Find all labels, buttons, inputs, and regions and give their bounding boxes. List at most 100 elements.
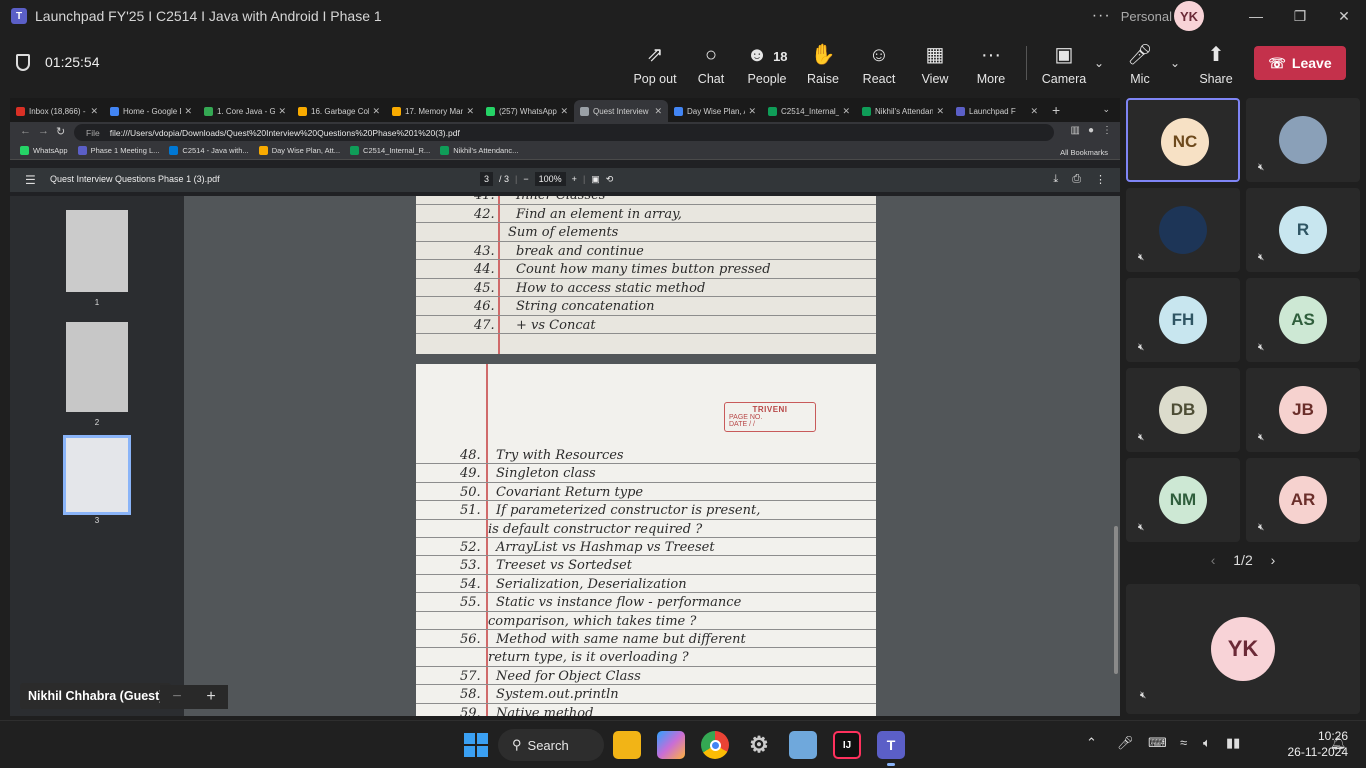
keyboard-icon[interactable]: ⌨: [1148, 735, 1167, 751]
bookmark-item[interactable]: C2514_Internal_R...: [350, 146, 430, 155]
battery-icon[interactable]: ▮▮: [1226, 735, 1240, 751]
page-number-input[interactable]: 3: [480, 172, 494, 186]
participant-tile[interactable]: AR 🔇︎: [1246, 458, 1360, 542]
share-button[interactable]: ⬆ Share: [1188, 42, 1244, 86]
microphone-icon[interactable]: 🎤︎: [1117, 735, 1134, 751]
next-page-icon[interactable]: ›: [1271, 552, 1276, 568]
browser-tab[interactable]: Nikhil's Attendan ✕: [856, 100, 950, 122]
view-button[interactable]: ▦ View: [907, 42, 963, 86]
photos-icon[interactable]: [789, 731, 817, 759]
show-hidden-icons-chevron-icon[interactable]: ⌃: [1086, 735, 1097, 751]
bookmark-item[interactable]: WhatsApp: [20, 146, 68, 155]
taskbar-search[interactable]: ⚲ Search: [498, 729, 604, 761]
intellij-icon[interactable]: IJ: [833, 731, 861, 759]
browser-tab[interactable]: Inbox (18,866) - ✕: [10, 100, 104, 122]
share-zoom-out-icon[interactable]: −: [172, 688, 181, 706]
zoom-level[interactable]: 100%: [534, 172, 566, 186]
tab-close-icon[interactable]: ✕: [1030, 106, 1038, 117]
browser-tab[interactable]: Quest Interview C ✕: [574, 100, 668, 122]
address-bar[interactable]: File file:///Users/vdopia/Downloads/Ques…: [74, 124, 1054, 141]
copilot-icon[interactable]: [657, 731, 685, 759]
participant-tile[interactable]: 🔇︎: [1126, 188, 1240, 272]
tab-close-icon[interactable]: ✕: [560, 106, 568, 117]
account-avatar[interactable]: YK: [1174, 1, 1204, 31]
browser-tab[interactable]: Day Wise Plan, A ✕: [668, 100, 762, 122]
browser-tab[interactable]: 16. Garbage Coll ✕: [292, 100, 386, 122]
zoom-out-icon[interactable]: −: [523, 174, 528, 184]
pop-out-button[interactable]: ⇗ Pop out: [627, 42, 683, 86]
browser-menu-icon[interactable]: ⋮: [1102, 125, 1112, 136]
browser-tab[interactable]: Launchpad F ✕: [950, 100, 1044, 122]
pdf-more-icon[interactable]: ⋮: [1095, 173, 1106, 186]
people-button[interactable]: ☻ 18 People: [739, 42, 795, 86]
bookmark-item[interactable]: Phase 1 Meeting L...: [77, 146, 159, 155]
thumbnail-page-2[interactable]: [66, 322, 128, 412]
bookmark-item[interactable]: Day Wise Plan, Att...: [258, 146, 340, 155]
back-icon[interactable]: ←: [20, 125, 31, 137]
participant-tile[interactable]: 🔇︎: [1246, 98, 1360, 182]
participant-tile[interactable]: JB 🔇︎: [1246, 368, 1360, 452]
tab-close-icon[interactable]: ✕: [90, 106, 98, 117]
account-label[interactable]: Personal: [1121, 9, 1172, 24]
tab-close-icon[interactable]: ✕: [278, 106, 286, 117]
bookmark-item[interactable]: Nikhil's Attendanc...: [440, 146, 518, 155]
bookmark-item[interactable]: C2514 - Java with...: [169, 146, 249, 155]
participant-tile[interactable]: FH 🔇︎: [1126, 278, 1240, 362]
settings-icon[interactable]: ⚙: [745, 731, 773, 759]
browser-tab[interactable]: Home - Google D ✕: [104, 100, 198, 122]
new-tab-button[interactable]: +: [1052, 102, 1060, 118]
viewer-scrollbar[interactable]: [1114, 526, 1118, 674]
teams-icon[interactable]: T: [877, 731, 905, 759]
fit-page-icon[interactable]: ▣: [591, 174, 600, 185]
maximize-button[interactable]: ❐: [1278, 0, 1322, 32]
tab-close-icon[interactable]: ✕: [466, 106, 474, 117]
more-button[interactable]: ··· More: [963, 42, 1019, 86]
chrome-icon[interactable]: [701, 731, 729, 759]
previous-page-icon[interactable]: ‹: [1211, 552, 1216, 568]
self-view-tile[interactable]: YK 🔇︎: [1126, 584, 1360, 714]
wifi-icon[interactable]: ≈: [1180, 735, 1187, 750]
thumbnail-page-3[interactable]: [63, 435, 131, 515]
print-icon[interactable]: ⎙: [1072, 173, 1081, 186]
forward-icon[interactable]: →: [38, 125, 49, 137]
camera-options-chevron-icon[interactable]: ⌄: [1094, 56, 1104, 70]
hamburger-menu-icon[interactable]: ☰: [25, 173, 36, 187]
react-button[interactable]: ☺ React: [851, 42, 907, 86]
participant-tile[interactable]: AS 🔇︎: [1246, 278, 1360, 362]
extension-icon[interactable]: ▥: [1071, 125, 1080, 136]
all-bookmarks-link[interactable]: All Bookmarks: [1060, 148, 1108, 157]
tab-close-icon[interactable]: ✕: [748, 106, 756, 117]
browser-tab[interactable]: C2514_Internal_F ✕: [762, 100, 856, 122]
tab-close-icon[interactable]: ✕: [184, 106, 192, 117]
thumbnail-page-1[interactable]: [66, 210, 128, 292]
windows-start-icon[interactable]: [462, 731, 490, 759]
file-explorer-icon[interactable]: [613, 731, 641, 759]
browser-tab[interactable]: (257) WhatsApp ✕: [480, 100, 574, 122]
camera-button[interactable]: ▣ Camera: [1036, 42, 1092, 86]
raise-hand-button[interactable]: ✋ Raise: [795, 42, 851, 86]
minimize-button[interactable]: —: [1234, 0, 1278, 32]
share-zoom-in-icon[interactable]: +: [206, 688, 215, 706]
close-window-button[interactable]: ✕: [1322, 0, 1366, 32]
tab-close-icon[interactable]: ✕: [654, 106, 662, 117]
tab-close-icon[interactable]: ✕: [842, 106, 850, 117]
mic-options-chevron-icon[interactable]: ⌄: [1170, 56, 1180, 70]
participant-tile[interactable]: NM 🔇︎: [1126, 458, 1240, 542]
leave-button[interactable]: ☏ Leave: [1254, 46, 1346, 80]
reload-icon[interactable]: ↻: [56, 125, 65, 138]
notification-bell-icon[interactable]: 🔔︎: [1330, 735, 1347, 751]
participant-tile[interactable]: R 🔇︎: [1246, 188, 1360, 272]
mic-button[interactable]: 🎤︎ Mic: [1112, 42, 1168, 86]
tab-close-icon[interactable]: ✕: [372, 106, 380, 117]
profile-icon[interactable]: ●: [1088, 125, 1094, 136]
zoom-in-icon[interactable]: +: [572, 174, 577, 184]
volume-icon[interactable]: 🔈︎: [1203, 735, 1211, 751]
chat-button[interactable]: ○ Chat: [683, 42, 739, 86]
participant-tile[interactable]: DB 🔇︎: [1126, 368, 1240, 452]
participant-tile[interactable]: NC: [1126, 98, 1240, 182]
tab-close-icon[interactable]: ✕: [936, 106, 944, 117]
browser-tab[interactable]: 1. Core Java - Go ✕: [198, 100, 292, 122]
rotate-icon[interactable]: ⟲: [606, 174, 614, 185]
tab-search-chevron-icon[interactable]: ⌄: [1102, 104, 1110, 115]
browser-tab[interactable]: 17. Memory Man ✕: [386, 100, 480, 122]
